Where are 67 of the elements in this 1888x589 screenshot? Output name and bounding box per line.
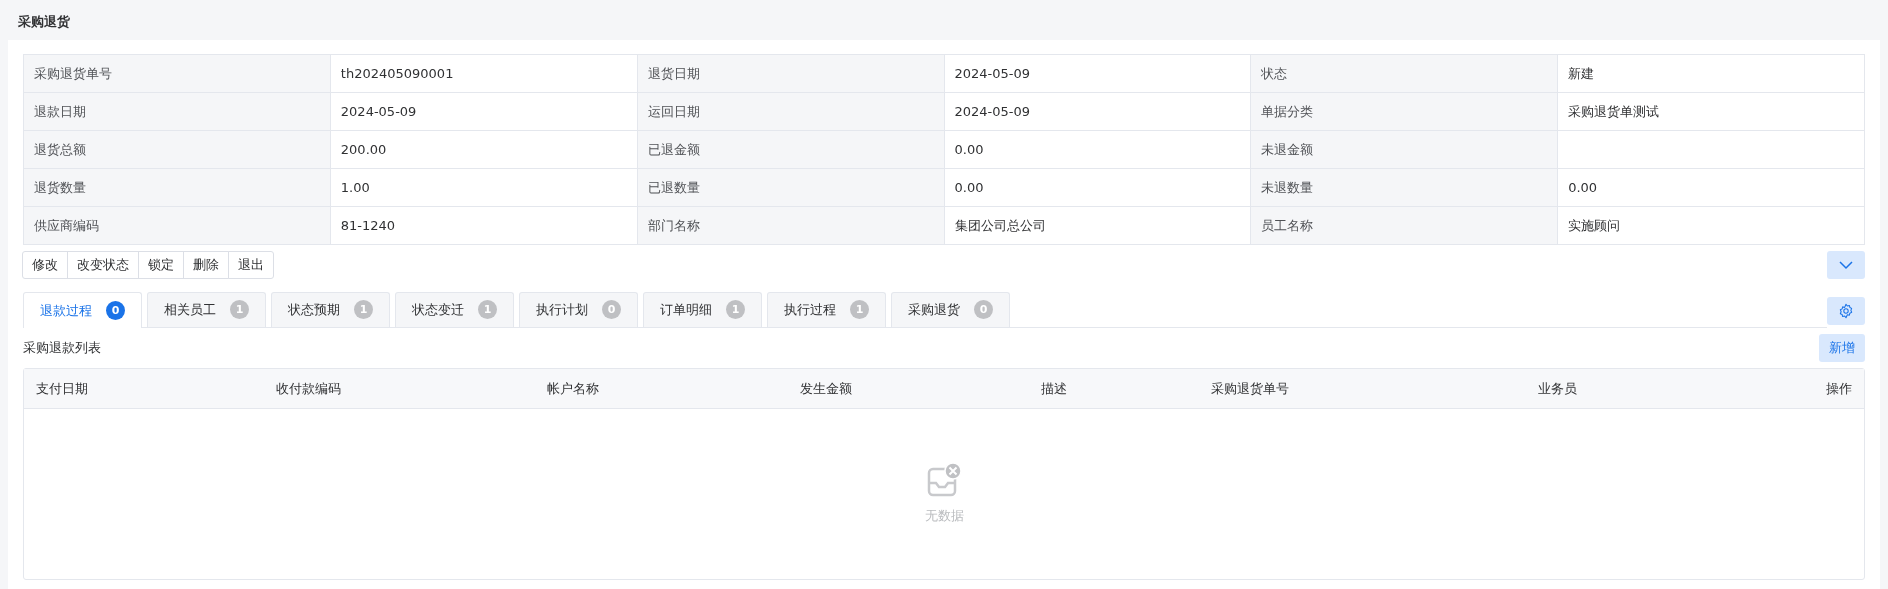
count-badge: 0 <box>602 300 621 320</box>
list-title: 采购退款列表 <box>23 339 101 357</box>
field-label: 已退金额 <box>637 130 945 169</box>
count-badge: 1 <box>478 300 497 320</box>
empty-inbox-icon <box>926 462 962 499</box>
column-header: 描述 <box>1041 379 1069 398</box>
column-header: 帐户名称 <box>547 379 601 398</box>
column-header: 支付日期 <box>36 379 89 398</box>
expand-button[interactable] <box>1827 251 1865 279</box>
field-value: 0.00 <box>944 130 1252 169</box>
field-label: 供应商编码 <box>24 206 331 245</box>
page-title: 采购退货 <box>17 13 71 31</box>
field-value: 2024-05-09 <box>944 92 1252 131</box>
field-value: 200.00 <box>330 130 638 169</box>
field-value: 集团公司总公司 <box>944 206 1252 245</box>
count-badge: 1 <box>850 300 869 320</box>
field-label: 已退数量 <box>637 168 945 207</box>
field-label: 退货日期 <box>637 54 945 93</box>
field-value: 采购退货单测试 <box>1558 92 1865 131</box>
settings-button[interactable] <box>1827 296 1865 325</box>
field-label: 单据分类 <box>1251 92 1559 131</box>
field-label: 员工名称 <box>1251 206 1559 245</box>
field-value: 0.00 <box>1558 168 1865 207</box>
field-value: 2024-05-09 <box>944 54 1252 93</box>
field-value: 2024-05-09 <box>330 92 638 131</box>
action-button[interactable]: 锁定 <box>138 251 184 279</box>
tab[interactable]: 状态变迁 1 <box>395 292 514 327</box>
column-header: 操作 <box>1825 379 1852 398</box>
field-label: 退货数量 <box>24 168 331 207</box>
column-header: 收付款编码 <box>275 379 342 398</box>
field-value: 81-1240 <box>330 206 638 245</box>
count-badge: 1 <box>726 300 745 320</box>
column-header: 业务员 <box>1538 379 1579 398</box>
count-badge: 1 <box>354 300 373 320</box>
action-button[interactable]: 修改 <box>22 251 68 279</box>
column-header: 采购退货单号 <box>1210 379 1290 398</box>
count-badge: 0 <box>106 300 125 320</box>
field-value: th202405090001 <box>330 54 638 93</box>
tab[interactable]: 退款过程 0 <box>23 292 142 328</box>
action-button[interactable]: 退出 <box>228 251 274 279</box>
field-label: 状态 <box>1251 54 1559 93</box>
count-badge: 1 <box>230 300 249 320</box>
add-button[interactable]: 新增 <box>1819 334 1865 362</box>
settings-icon <box>1838 302 1854 319</box>
tab[interactable]: 执行计划 0 <box>519 292 638 327</box>
tab[interactable]: 执行过程 1 <box>767 292 886 327</box>
count-badge: 0 <box>974 300 993 320</box>
chevron-down-icon <box>1839 260 1853 270</box>
field-label: 采购退货单号 <box>24 54 331 93</box>
field-label: 未退金额 <box>1251 130 1559 169</box>
field-label: 退货总额 <box>24 130 331 169</box>
tab[interactable]: 采购退货 0 <box>891 292 1010 327</box>
action-button[interactable]: 删除 <box>183 251 229 279</box>
field-value: 1.00 <box>330 168 638 207</box>
field-label: 运回日期 <box>637 92 945 131</box>
field-value: 0.00 <box>944 168 1252 207</box>
field-value: 实施顾问 <box>1558 206 1865 245</box>
field-label: 部门名称 <box>637 206 945 245</box>
tab[interactable]: 相关员工 1 <box>147 292 266 327</box>
tab[interactable]: 状态预期 1 <box>271 292 390 327</box>
field-value: 新建 <box>1558 54 1865 93</box>
tab[interactable]: 订单明细 1 <box>643 292 762 327</box>
field-label: 退款日期 <box>24 92 331 131</box>
column-header: 发生金额 <box>799 379 853 398</box>
empty-text: 无数据 <box>924 507 964 526</box>
action-button[interactable]: 改变状态 <box>67 251 139 279</box>
field-label: 未退数量 <box>1251 168 1559 207</box>
